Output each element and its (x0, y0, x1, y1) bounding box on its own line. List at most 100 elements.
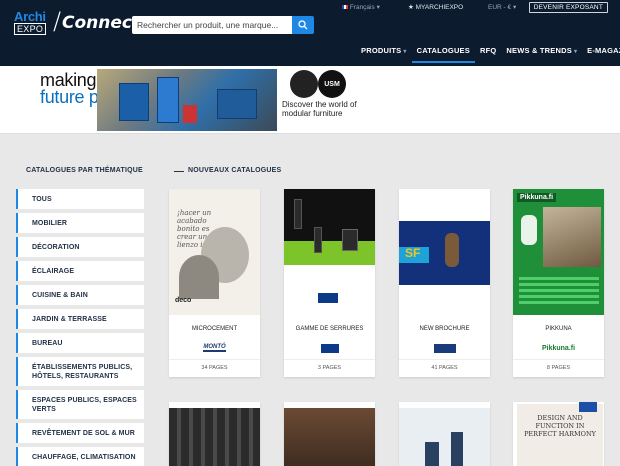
catalogue-cover: ¡hacer un acabado bonito es crear un lie… (169, 189, 260, 315)
sidebar-item-mobilier[interactable]: MOBILIER (16, 213, 144, 233)
new-catalogues-title: NOUVEAUX CATALOGUES (174, 167, 282, 174)
language-label: Français (349, 4, 375, 11)
catalogue-cover (284, 189, 375, 315)
banner-circle-decor (290, 70, 318, 98)
cover-brand-mark (318, 293, 338, 303)
shelf-shape (217, 89, 257, 119)
cover-logo: SF (405, 246, 421, 260)
cover-logo: deco (175, 297, 192, 304)
cover-shape (425, 442, 439, 466)
runner-figure-shape (445, 233, 459, 267)
search-button[interactable] (292, 16, 314, 34)
catalogue-card-microcement[interactable]: ¡hacer un acabado bonito es crear un lie… (169, 189, 260, 377)
star-icon: ★ (408, 4, 414, 11)
logo-connect-text: Connect (62, 13, 141, 33)
flag-fr-icon (342, 5, 348, 9)
chevron-down-icon: ▾ (573, 49, 578, 55)
usm-logo: USM (318, 70, 346, 98)
catalogue-title: PIKKUNA (545, 326, 572, 332)
lock-device-shape (294, 199, 302, 229)
catalogue-brand: Pikkuna.fi (513, 341, 604, 355)
become-exhibitor-button[interactable]: DEVENIR EXPOSANT (528, 2, 608, 13)
new-catalogues-title-text: NOUVEAUX CATALOGUES (188, 167, 282, 174)
catalogue-card-new-brochure[interactable]: SF NEW BROCHURE 41 PAGES (399, 189, 490, 377)
nav-news-label: NEWS & TRENDS (506, 46, 572, 55)
nav-emagazine-label: E-MAGAZINE (587, 46, 620, 55)
catalogue-card-row2-1[interactable] (169, 402, 260, 466)
language-selector[interactable]: Français ▾ (342, 3, 380, 11)
catalogue-card-serrures[interactable]: GAMME DE SERRURES 3 PAGES (284, 189, 375, 377)
currency-selector[interactable]: EUR - € ▾ (488, 3, 516, 11)
nav-news-trends[interactable]: NEWS & TRENDS ▾ (501, 43, 582, 63)
nav-catalogues[interactable]: CATALOGUES (411, 43, 475, 63)
sidebar-item-jardin-terrasse[interactable]: JARDIN & TERRASSE (16, 309, 144, 329)
usm-ad-banner[interactable]: making places future proof USM Discover … (0, 66, 620, 134)
catalogue-card-row2-2[interactable] (284, 402, 375, 466)
brand-logo-mark (433, 343, 456, 353)
chevron-down-icon: ▾ (512, 4, 517, 11)
search-bar (132, 16, 314, 34)
cover-text-lines (519, 277, 599, 305)
search-icon (298, 20, 308, 30)
catalogue-brand (399, 341, 490, 355)
catalogue-brand (284, 341, 375, 355)
search-input[interactable] (132, 16, 292, 34)
logo-slash: / (53, 7, 62, 35)
sidebar-item-decoration[interactable]: DÉCORATION (16, 237, 144, 257)
catalogue-cover: SF (399, 189, 490, 315)
nav-produits-label: PRODUITS (361, 46, 402, 55)
nav-produits[interactable]: PRODUITS ▾ (356, 43, 412, 63)
cover-shape (284, 241, 375, 265)
cover-shape (179, 255, 219, 299)
catalogue-pages: 8 PAGES (546, 365, 571, 371)
site-header: Archi EXPO / Connect Français ▾ ★ MYARCH… (0, 0, 620, 66)
lock-device-shape (314, 227, 322, 253)
brand-logo-pikkuna: Pikkuna.fi (541, 344, 576, 352)
catalogue-card-pikkuna[interactable]: Pikkuna.fi PIKKUNA Pikkuna.fi 8 PAGES (513, 189, 604, 377)
banner-discover-text: Discover the world of modular furniture (282, 100, 357, 118)
catalogue-card-row2-4[interactable]: DESIGN AND FUNCTION IN PERFECT HARMONY (513, 402, 604, 466)
main-nav: PRODUITS ▾ CATALOGUES RFQ NEWS & TRENDS ▾ … (356, 43, 620, 63)
catalogue-pages: 41 PAGES (431, 365, 458, 371)
nav-e-magazine[interactable]: E-MAGAZINE (582, 43, 620, 63)
lock-device-shape (342, 229, 358, 251)
catalogue-cover: Pikkuna.fi (513, 189, 604, 315)
sidebar-item-bureau[interactable]: BUREAU (16, 333, 144, 353)
cover-shape (451, 432, 463, 466)
cover-badge (579, 402, 597, 412)
my-archiexpo-link[interactable]: ★ MYARCHIEXPO (408, 3, 463, 11)
brand-logo-mark (320, 343, 339, 353)
catalogue-title: MICROCEMENT (191, 326, 238, 332)
brand-logo-monto: MONTÓ (203, 344, 226, 352)
chevron-down-icon: ▾ (403, 49, 407, 55)
catalogue-pages: 3 PAGES (317, 365, 342, 371)
cover-logo: Pikkuna.fi (517, 193, 557, 202)
sidebar-item-eclairage[interactable]: ÉCLAIRAGE (16, 261, 144, 281)
archiexpo-connect-logo[interactable]: Archi EXPO / Connect (14, 7, 140, 37)
catalogue-cover (399, 408, 490, 466)
sidebar-item-etablissements-publics[interactable]: ÉTABLISSEMENTS PUBLICS, HÔTELS, RESTAURA… (16, 357, 144, 386)
logo-archi-text: Archi (14, 9, 46, 24)
nav-rfq[interactable]: RFQ (475, 43, 501, 63)
catalogue-brand: MONTÓ (169, 341, 260, 355)
catalogue-cover (284, 408, 375, 466)
nav-rfq-label: RFQ (479, 46, 497, 55)
sidebar-item-cuisine-bain[interactable]: CUISINE & BAIN (16, 285, 144, 305)
chevron-down-icon: ▾ (376, 4, 380, 11)
logo-expo-text: EXPO (14, 23, 47, 35)
sidebar-item-revetement[interactable]: REVÊTEMENT DE SOL & MUR (16, 423, 144, 443)
cover-text: DESIGN AND FUNCTION IN PERFECT HARMONY (524, 414, 596, 438)
category-sidebar: TOUS MOBILIER DÉCORATION ÉCLAIRAGE CUISI… (16, 189, 144, 466)
card-divider (169, 359, 260, 360)
shelf-shape (157, 77, 179, 123)
sidebar-title: CATALOGUES PAR THÉMATIQUE (26, 167, 143, 174)
sidebar-item-tous[interactable]: TOUS (16, 189, 144, 209)
catalogue-pages: 34 PAGES (201, 365, 228, 371)
catalogue-title: NEW BROCHURE (419, 326, 470, 332)
catalogue-title: GAMME DE SERRURES (295, 326, 364, 332)
banner-photo (97, 69, 277, 131)
catalogue-cover (169, 408, 260, 466)
catalogue-card-row2-3[interactable] (399, 402, 490, 466)
sidebar-item-chauffage[interactable]: CHAUFFAGE, CLIMATISATION (16, 447, 144, 466)
sidebar-item-espaces-publics[interactable]: ESPACES PUBLICS, ESPACES VERTS (16, 390, 144, 419)
